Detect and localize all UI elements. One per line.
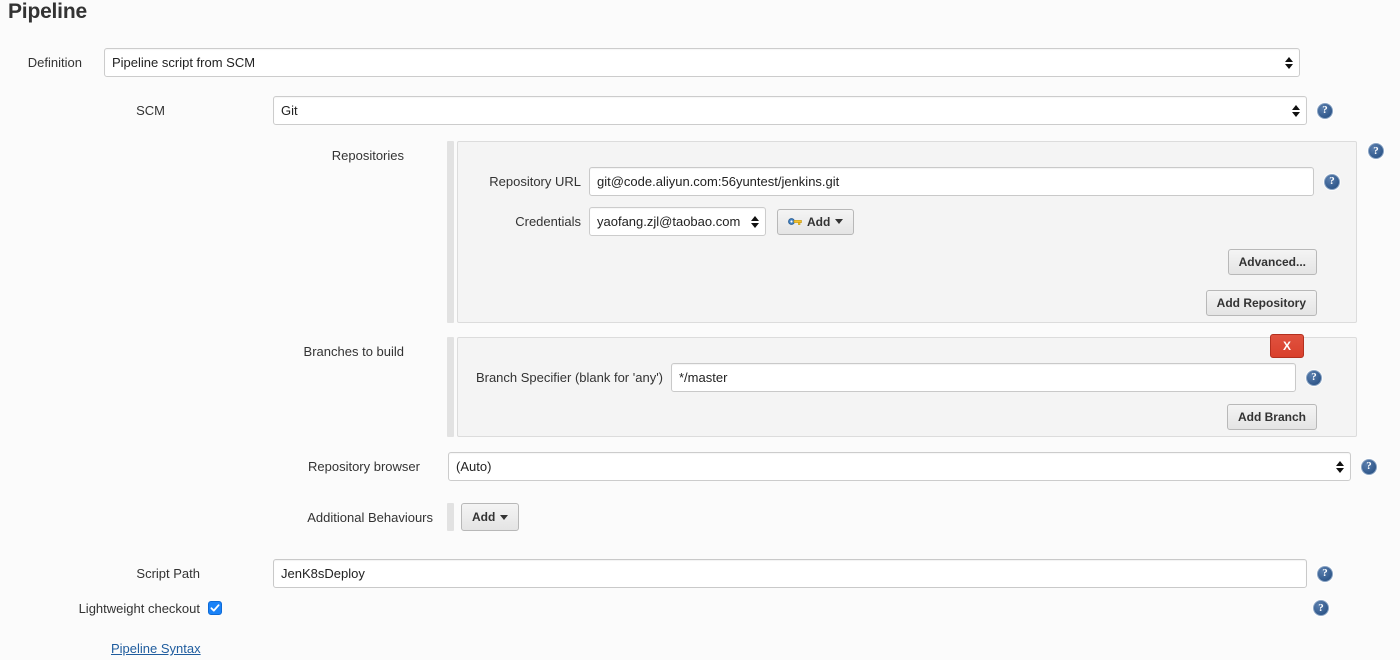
add-branch-button[interactable]: Add Branch <box>1226 404 1317 430</box>
page-title: Pipeline <box>8 0 87 23</box>
add-credentials-button[interactable]: Add <box>777 208 855 235</box>
additional-behaviours-accent-bar <box>447 503 454 531</box>
delete-branch-label: X <box>1282 339 1291 353</box>
definition-row: Definition Pipeline script from SCM <box>0 48 1300 77</box>
lightweight-checkout-label: Lightweight checkout <box>78 600 200 616</box>
chevron-updown-icon <box>1335 459 1344 475</box>
delete-branch-button[interactable]: X <box>1269 334 1304 358</box>
chevron-updown-icon <box>750 214 759 230</box>
repository-url-input[interactable]: git@code.aliyun.com:56yuntest/jenkins.gi… <box>589 167 1314 196</box>
branch-specifier-help-icon[interactable]: ? <box>1306 369 1322 386</box>
script-path-row: Script Path JenK8sDeploy ? <box>0 559 1340 588</box>
repository-browser-row: Repository browser (Auto) ? <box>0 452 1390 481</box>
script-path-input[interactable]: JenK8sDeploy <box>273 559 1307 588</box>
scm-select-value: Git <box>281 103 298 118</box>
pipeline-config-page: Pipeline Definition Pipeline script from… <box>0 0 1400 660</box>
repository-url-label: Repository URL <box>489 174 581 189</box>
definition-select-value: Pipeline script from SCM <box>112 55 256 70</box>
chevron-updown-icon <box>1284 55 1293 71</box>
credentials-row: Credentials yaofang.zjl@taobao.com Add <box>458 207 1358 236</box>
repositories-panel: Repository URL git@code.aliyun.com:56yun… <box>457 141 1357 323</box>
repository-browser-label: Repository browser <box>308 459 420 474</box>
script-path-label: Script Path <box>136 566 200 581</box>
branch-specifier-label: Branch Specifier (blank for 'any') <box>475 370 663 385</box>
branch-specifier-value: */master <box>679 370 728 385</box>
repository-browser-value: (Auto) <box>456 459 492 474</box>
add-repository-button[interactable]: Add Repository <box>1205 290 1317 316</box>
scm-row: SCM Git ? <box>0 96 1340 125</box>
additional-behaviours-row: Additional Behaviours Add <box>0 503 700 531</box>
branch-specifier-row: Branch Specifier (blank for 'any') */mas… <box>458 363 1358 392</box>
repositories-accent-bar <box>447 141 454 323</box>
advanced-label: Advanced... <box>1238 255 1306 269</box>
branches-accent-bar <box>447 337 454 437</box>
lightweight-checkout-checkbox[interactable] <box>208 601 222 615</box>
scm-help-icon[interactable]: ? <box>1317 102 1333 119</box>
repository-browser-help-icon[interactable]: ? <box>1361 458 1377 475</box>
scm-select[interactable]: Git <box>273 96 1307 125</box>
additional-behaviours-label: Additional Behaviours <box>307 509 433 525</box>
add-behaviour-button[interactable]: Add <box>461 503 520 531</box>
scm-label: SCM <box>136 103 165 118</box>
pipeline-syntax-link[interactable]: Pipeline Syntax <box>111 641 201 656</box>
repository-url-help-icon[interactable]: ? <box>1324 173 1340 190</box>
branch-specifier-input[interactable]: */master <box>671 363 1296 392</box>
add-repository-label: Add Repository <box>1216 296 1306 310</box>
repository-browser-select[interactable]: (Auto) <box>448 452 1351 481</box>
advanced-button[interactable]: Advanced... <box>1227 249 1317 275</box>
check-icon <box>210 604 220 612</box>
chevron-down-icon <box>835 219 844 224</box>
lightweight-checkout-row: Lightweight checkout ? <box>0 600 1340 616</box>
credentials-select[interactable]: yaofang.zjl@taobao.com <box>589 207 766 236</box>
chevron-down-icon <box>500 514 509 520</box>
branches-label: Branches to build <box>303 344 404 359</box>
add-branch-label: Add Branch <box>1237 410 1306 424</box>
script-path-help-icon[interactable]: ? <box>1317 565 1333 582</box>
key-icon <box>788 216 802 227</box>
credentials-select-value: yaofang.zjl@taobao.com <box>597 214 741 229</box>
repository-url-value: git@code.aliyun.com:56yuntest/jenkins.gi… <box>597 174 840 189</box>
branches-panel: X Branch Specifier (blank for 'any') */m… <box>457 334 1358 437</box>
repositories-label: Repositories <box>331 148 404 163</box>
script-path-value: JenK8sDeploy <box>281 566 365 581</box>
add-behaviour-label: Add <box>472 510 496 524</box>
chevron-updown-icon <box>1291 103 1300 119</box>
add-credentials-label: Add <box>807 214 831 229</box>
repository-url-row: Repository URL git@code.aliyun.com:56yun… <box>458 167 1358 196</box>
credentials-label: Credentials <box>515 214 581 229</box>
definition-select[interactable]: Pipeline script from SCM <box>104 48 1300 77</box>
lightweight-checkout-help-icon[interactable]: ? <box>1313 600 1329 616</box>
definition-label: Definition <box>27 55 82 70</box>
repositories-help-icon[interactable]: ? <box>1368 143 1384 159</box>
